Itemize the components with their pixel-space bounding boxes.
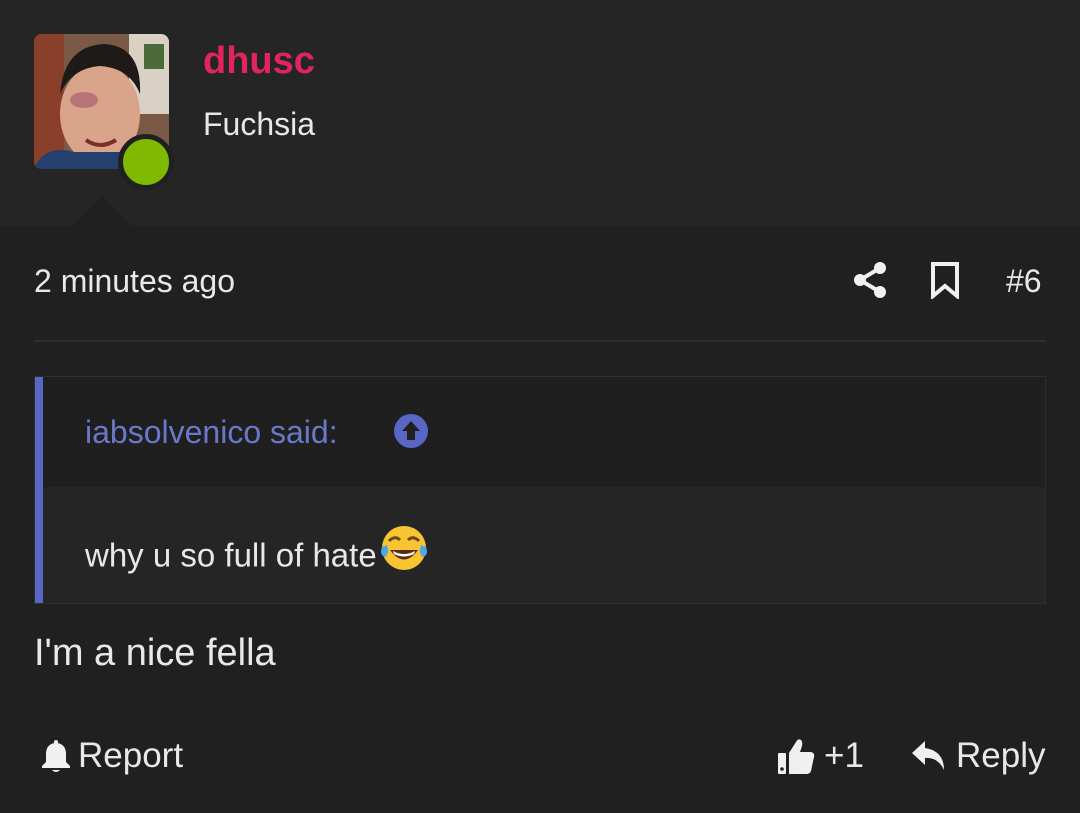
post-body-text: I'm a nice fella [34, 632, 276, 674]
quote-text-wrapper: why u so full of hate [85, 526, 431, 585]
user-title: Fuchsia [203, 106, 316, 142]
divider [34, 340, 1046, 342]
quote-accent-bar [35, 377, 43, 603]
quote-header: iabsolvenico said: [43, 377, 1045, 487]
report-label: Report [78, 736, 184, 775]
quote-text: why u so full of hate [85, 536, 377, 574]
post-container: dhusc Fuchsia 2 minutes ago #6 iabsolven… [0, 0, 1080, 813]
like-button[interactable]: +1 [776, 734, 864, 778]
like-count: +1 [824, 736, 864, 775]
reply-button[interactable]: Reply [910, 734, 1045, 778]
username[interactable]: dhusc [203, 40, 315, 83]
header-pointer [72, 196, 132, 226]
online-status-indicator [118, 134, 174, 190]
report-button[interactable]: Report [40, 734, 183, 778]
reply-label: Reply [956, 736, 1046, 775]
post-timestamp[interactable]: 2 minutes ago [34, 263, 235, 300]
post-number-link[interactable]: #6 [1006, 263, 1042, 300]
quote-content: why u so full of hate [43, 487, 1045, 603]
post-user-header: dhusc Fuchsia [0, 0, 1080, 226]
quote-block: iabsolvenico said: why u so full of hate [34, 376, 1046, 604]
arrow-circle-up-icon[interactable] [393, 413, 429, 449]
thumbs-up-icon [778, 739, 815, 774]
share-icon[interactable] [851, 261, 889, 299]
tears-of-joy-emoji-icon [380, 526, 427, 570]
quote-author[interactable]: iabsolvenico said: [85, 414, 338, 451]
bell-icon [42, 740, 70, 772]
bookmark-icon[interactable] [929, 261, 961, 299]
reply-arrow-icon [912, 741, 944, 770]
